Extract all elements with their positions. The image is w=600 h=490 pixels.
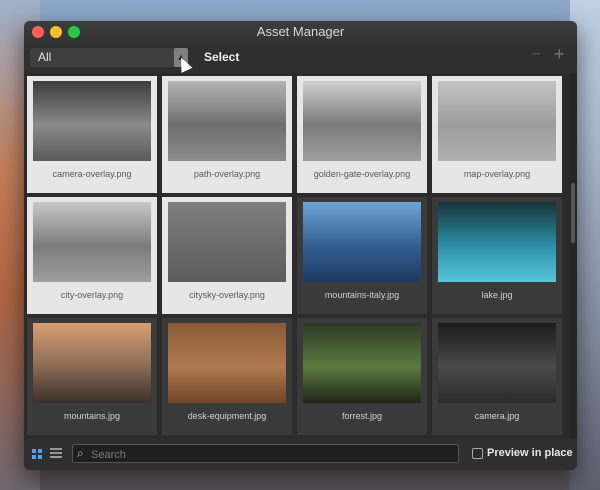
asset-tile[interactable]: lake.jpg — [432, 197, 562, 314]
minimize-button[interactable] — [50, 26, 62, 38]
asset-thumbnail — [33, 81, 151, 161]
zoom-button[interactable] — [68, 26, 80, 38]
title-bar: Asset Manager — [24, 21, 577, 43]
asset-thumbnail — [33, 323, 151, 403]
toolbar: All ▲ Select − + — [24, 43, 577, 73]
filter-dropdown[interactable]: All — [30, 48, 188, 67]
asset-name: citysky-overlay.png — [189, 290, 265, 300]
asset-tile[interactable]: city-overlay.png — [27, 197, 157, 314]
asset-name: camera-overlay.png — [52, 169, 132, 179]
asset-thumbnail — [438, 202, 556, 282]
asset-tile[interactable]: citysky-overlay.png — [162, 197, 292, 314]
asset-name: mountains.jpg — [63, 411, 121, 421]
search-icon: ⌕ — [77, 446, 84, 460]
asset-tile[interactable]: path-overlay.png — [162, 76, 292, 193]
asset-grid: camera-overlay.png path-overlay.png golden… — [24, 73, 569, 439]
grid-view-icon[interactable] — [32, 449, 42, 459]
scroll-thumb[interactable] — [571, 183, 575, 243]
remove-button[interactable]: − — [532, 46, 541, 64]
asset-thumbnail — [438, 81, 556, 161]
mouse-pointer-icon — [175, 55, 193, 73]
scrollbar[interactable] — [569, 73, 577, 439]
asset-name: camera.jpg — [474, 411, 520, 421]
asset-thumbnail — [438, 323, 556, 403]
asset-thumbnail — [303, 202, 421, 282]
asset-name: golden-gate-overlay.png — [313, 169, 411, 179]
search-field[interactable]: ⌕ — [72, 444, 459, 463]
asset-thumbnail — [303, 323, 421, 403]
preview-checkbox[interactable] — [472, 448, 483, 459]
asset-tile[interactable]: camera.jpg — [432, 318, 562, 435]
asset-name: city-overlay.png — [60, 290, 124, 300]
asset-name: lake.jpg — [481, 290, 513, 300]
asset-manager-window: Asset Manager All ▲ Select − + camera-ov… — [24, 21, 577, 470]
search-input[interactable] — [89, 446, 453, 463]
asset-tile[interactable]: mountains.jpg — [27, 318, 157, 435]
asset-tile[interactable]: map-overlay.png — [432, 76, 562, 193]
asset-thumbnail — [303, 81, 421, 161]
asset-thumbnail — [168, 81, 286, 161]
asset-name: desk-equipment.jpg — [187, 411, 267, 421]
preview-label: Preview in place — [487, 447, 573, 459]
add-button[interactable]: + — [554, 44, 565, 65]
asset-tile[interactable]: golden-gate-overlay.png — [297, 76, 427, 193]
asset-tile[interactable]: camera-overlay.png — [27, 76, 157, 193]
asset-name: map-overlay.png — [463, 169, 531, 179]
asset-name: mountains-italy.jpg — [324, 290, 400, 300]
asset-name: path-overlay.png — [193, 169, 261, 179]
asset-tile[interactable]: forrest.jpg — [297, 318, 427, 435]
asset-thumbnail — [33, 202, 151, 282]
asset-thumbnail — [168, 202, 286, 282]
close-button[interactable] — [32, 26, 44, 38]
asset-tile[interactable]: mountains-italy.jpg — [297, 197, 427, 314]
asset-thumbnail — [168, 323, 286, 403]
list-view-icon[interactable] — [50, 448, 62, 460]
select-button[interactable]: Select — [204, 50, 239, 64]
bottom-bar: ⌕ Preview in place — [24, 439, 577, 470]
window-title: Asset Manager — [256, 24, 345, 39]
asset-name: forrest.jpg — [341, 411, 383, 421]
asset-tile[interactable]: desk-equipment.jpg — [162, 318, 292, 435]
filter-value: All — [38, 50, 52, 64]
